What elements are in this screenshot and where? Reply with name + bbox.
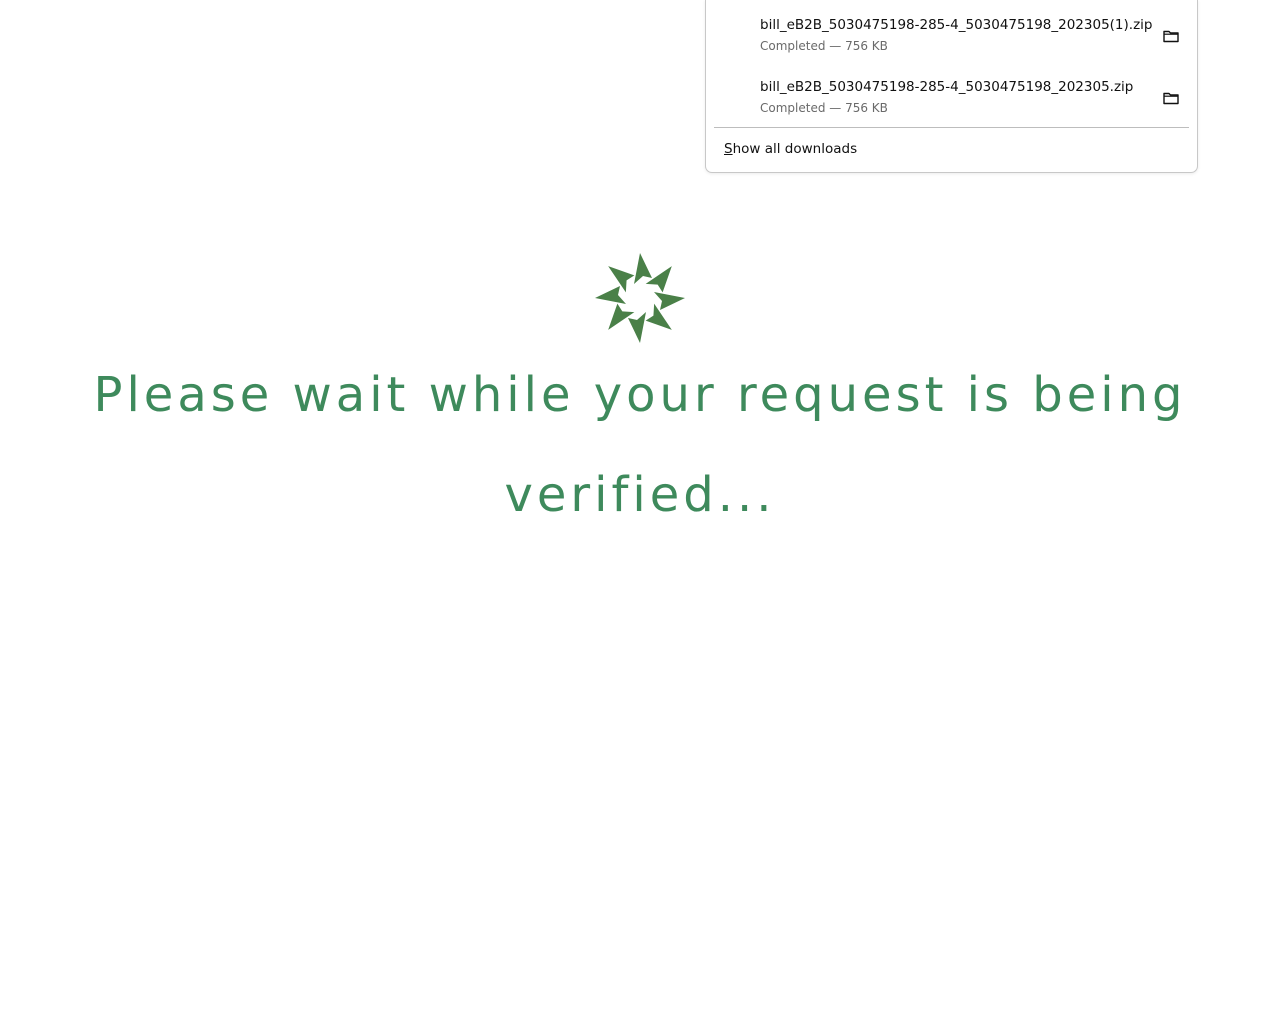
download-file-name: bill_eB2B_5030475198-285-4_5030475198_20… xyxy=(760,17,1153,33)
downloads-panel: bill_eB2B_5030475198-285-4_5030475198_20… xyxy=(705,0,1198,173)
page: bill_eB2B_5030475198-285-4_5030475198_20… xyxy=(0,0,1280,1024)
spinner-blade xyxy=(645,303,672,330)
folder-icon[interactable] xyxy=(1161,26,1181,46)
show-all-mnemonic: S xyxy=(724,141,733,157)
download-status: Completed — 756 KB xyxy=(760,39,888,53)
spinner-icon xyxy=(594,252,686,344)
spinner-blade xyxy=(628,312,646,343)
folder-icon[interactable] xyxy=(1161,88,1181,108)
spinner-blade xyxy=(634,253,652,284)
show-all-downloads-link[interactable]: Show all downloads xyxy=(724,141,857,157)
spinner-blade xyxy=(608,266,635,293)
download-item[interactable]: bill_eB2B_5030475198-285-4_5030475198_20… xyxy=(706,62,1197,122)
download-item[interactable]: bill_eB2B_5030475198-285-4_5030475198_20… xyxy=(706,0,1197,60)
panel-divider xyxy=(714,127,1189,128)
wait-message: Please wait while your request is being … xyxy=(93,367,1187,523)
spinner-blade xyxy=(608,303,635,330)
spinner-blade xyxy=(645,266,672,293)
download-status: Completed — 756 KB xyxy=(760,101,888,115)
show-all-label: how all downloads xyxy=(732,141,858,157)
spinner-blade xyxy=(595,286,626,304)
download-file-name: bill_eB2B_5030475198-285-4_5030475198_20… xyxy=(760,79,1134,95)
spinner-blade xyxy=(654,292,685,310)
